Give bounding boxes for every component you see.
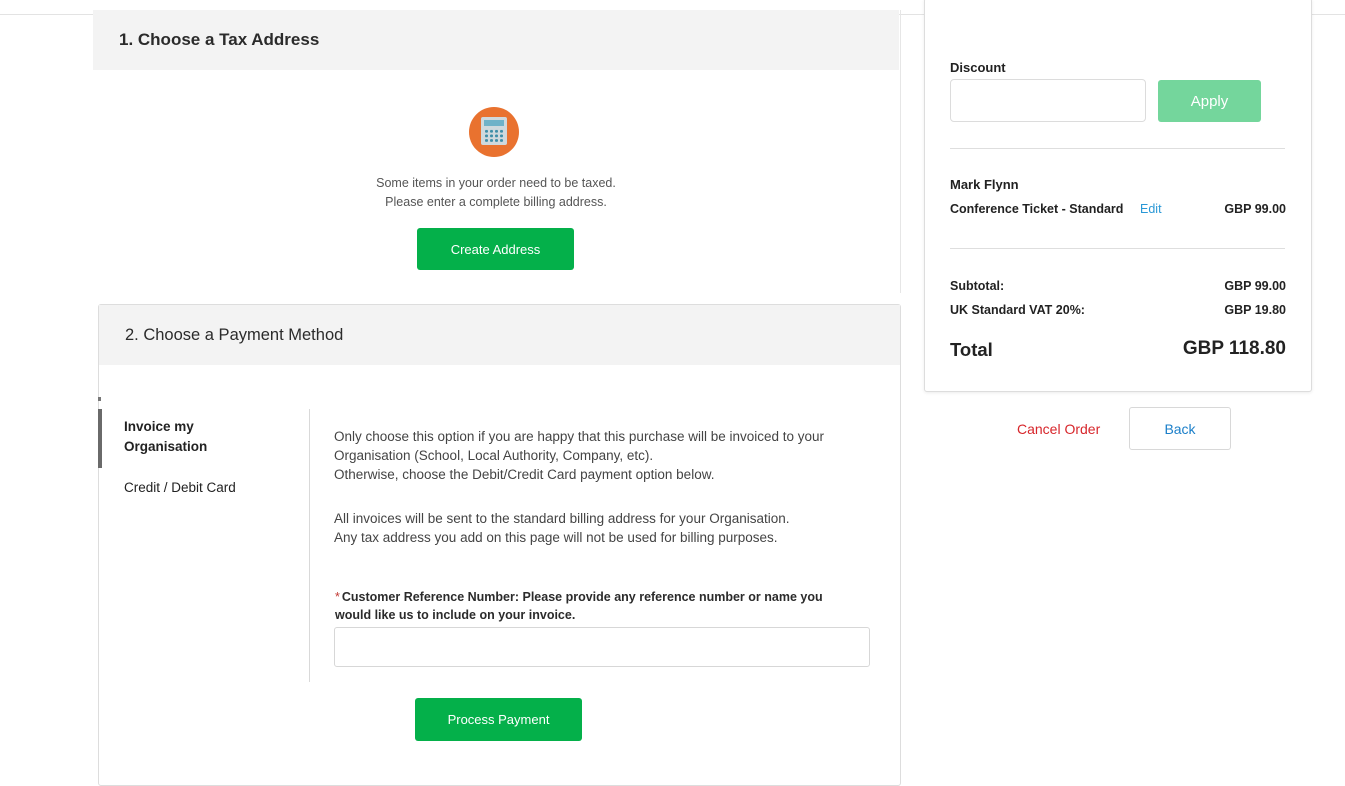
line-item-name: Conference Ticket - Standard (950, 202, 1124, 216)
nav-marker (98, 397, 101, 401)
subtotal-label: Subtotal: (950, 279, 1005, 293)
invoice-text-line: Otherwise, choose the Debit/Credit Card … (334, 467, 715, 482)
edit-item-link[interactable]: Edit (1140, 202, 1162, 216)
section-divider (900, 10, 901, 293)
create-address-button[interactable]: Create Address (417, 228, 574, 270)
summary-divider (950, 248, 1285, 249)
tax-message-line2: Please enter a complete billing address. (385, 195, 607, 209)
method-credit-debit-card[interactable]: Credit / Debit Card (124, 478, 236, 498)
cancel-order-link[interactable]: Cancel Order (1017, 421, 1100, 437)
discount-input[interactable] (950, 79, 1146, 122)
billing-note-line: Any tax address you add on this page wil… (334, 530, 778, 545)
tax-address-section: 1. Choose a Tax Address Some items in yo… (93, 10, 901, 293)
invoice-text-line: Only choose this option if you are happy… (334, 429, 825, 444)
reference-label-text: Customer Reference Number: Please provid… (335, 590, 823, 622)
vat-label: UK Standard VAT 20%: (950, 303, 1085, 317)
customer-reference-input[interactable] (334, 627, 870, 667)
required-mark: * (335, 590, 340, 604)
vat-value: GBP 19.80 (1224, 303, 1286, 317)
summary-divider (950, 148, 1285, 149)
line-item-price: GBP 99.00 (1224, 202, 1286, 216)
discount-label: Discount (950, 60, 1006, 75)
calculator-icon (469, 107, 519, 157)
payment-method-title: 2. Choose a Payment Method (125, 325, 344, 344)
reference-field-label: * Customer Reference Number: Please provi… (335, 588, 855, 624)
attendee-name: Mark Flynn (950, 177, 1019, 192)
payment-method-section: 2. Choose a Payment Method Invoice my Or… (98, 304, 901, 786)
total-value: GBP 118.80 (1182, 338, 1286, 359)
payment-method-header: 2. Choose a Payment Method (99, 305, 900, 365)
method-invoice-organisation[interactable]: Invoice my Organisation (124, 417, 254, 457)
tax-address-title: 1. Choose a Tax Address (119, 30, 320, 49)
tax-address-header: 1. Choose a Tax Address (93, 10, 899, 70)
back-button[interactable]: Back (1129, 407, 1231, 450)
billing-note: All invoices will be sent to the standar… (334, 509, 874, 547)
method-divider (309, 409, 310, 682)
apply-discount-button[interactable]: Apply (1158, 80, 1261, 122)
active-method-indicator (98, 409, 102, 468)
billing-note-line: All invoices will be sent to the standar… (334, 511, 790, 526)
invoice-description: Only choose this option if you are happy… (334, 427, 874, 484)
subtotal-value: GBP 99.00 (1224, 279, 1286, 293)
tax-message-line1: Some items in your order need to be taxe… (376, 176, 616, 190)
invoice-text-line: Organisation (School, Local Authority, C… (334, 448, 654, 463)
order-summary: Discount Apply Mark Flynn Conference Tic… (924, 0, 1312, 392)
process-payment-button[interactable]: Process Payment (415, 698, 582, 741)
total-label: Total (950, 339, 993, 360)
